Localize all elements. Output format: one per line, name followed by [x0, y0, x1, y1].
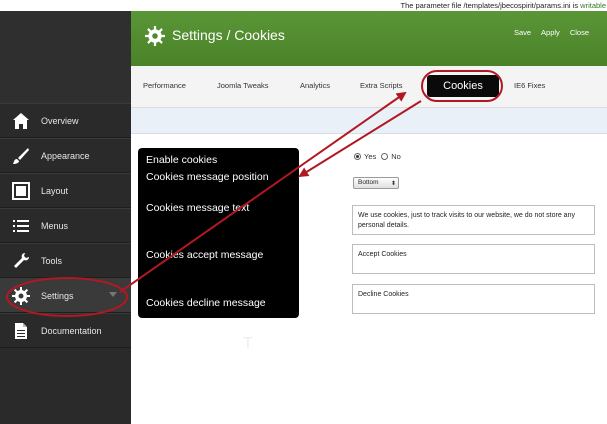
annotation-arrows [6, 91, 422, 317]
arrow-settings-to-cookies-tab [119, 91, 407, 293]
settings-highlight-ring [6, 277, 128, 317]
arrow-cookies-tab-to-options [298, 100, 422, 178]
